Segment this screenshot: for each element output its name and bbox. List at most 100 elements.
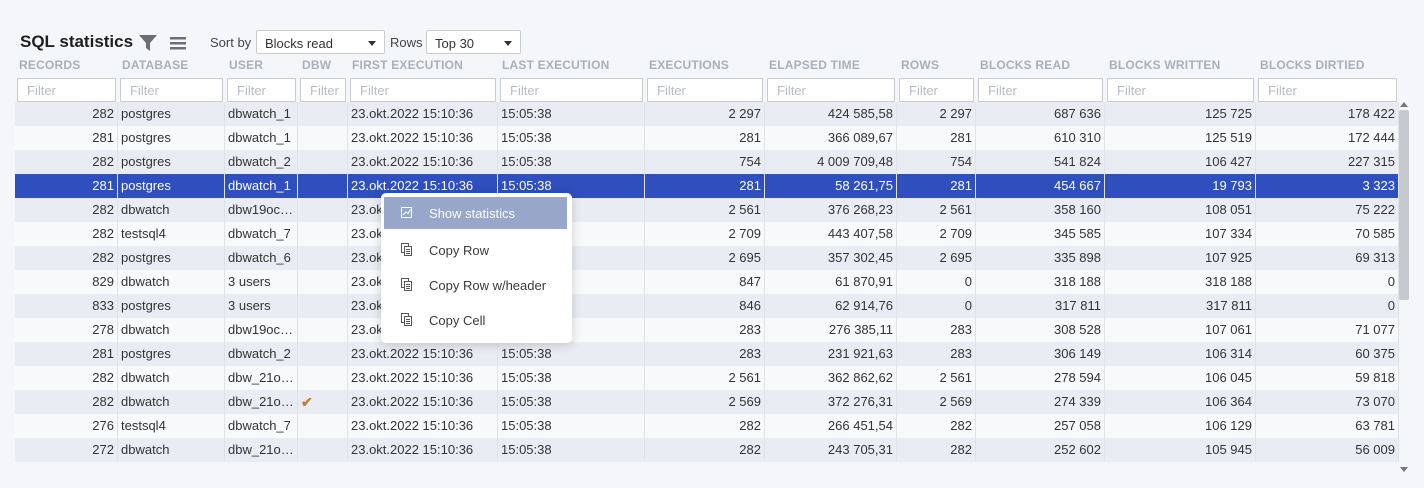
cell-elapsed[interactable]: 376 268,23: [765, 198, 897, 222]
cell-blocks_dirtied[interactable]: 172 444: [1256, 126, 1399, 150]
cell-blocks_dirtied[interactable]: 0: [1256, 270, 1399, 294]
column-header-dbw[interactable]: DBW: [302, 58, 331, 72]
cell-first[interactable]: 23.okt.2022 15:10:36: [348, 126, 498, 150]
cell-first[interactable]: 23.okt.2022 15:10:36: [348, 366, 498, 390]
column-header-database[interactable]: DATABASE: [122, 58, 189, 72]
cell-dbw[interactable]: [298, 246, 348, 270]
cell-blocks_written[interactable]: 106 045: [1105, 366, 1256, 390]
cell-dbw[interactable]: [298, 102, 348, 126]
cell-executions[interactable]: 754: [645, 150, 765, 174]
cell-records[interactable]: 281: [15, 174, 118, 198]
cell-blocks_written[interactable]: 125 725: [1105, 102, 1256, 126]
filter-input-blocks_read[interactable]: Filter: [978, 78, 1103, 102]
cell-blocks_dirtied[interactable]: 59 818: [1256, 366, 1399, 390]
cell-first[interactable]: 23.okt.2022 15:10:36: [348, 390, 498, 414]
cell-blocks_dirtied[interactable]: 70 585: [1256, 222, 1399, 246]
cell-user[interactable]: 3 users: [225, 294, 298, 318]
cell-executions[interactable]: 282: [645, 414, 765, 438]
cell-blocks_written[interactable]: 105 945: [1105, 438, 1256, 462]
column-header-elapsed[interactable]: ELAPSED TIME: [769, 58, 860, 72]
cell-elapsed[interactable]: 366 089,67: [765, 126, 897, 150]
cell-last[interactable]: 15:05:38: [498, 390, 645, 414]
cell-executions[interactable]: 283: [645, 318, 765, 342]
cell-records[interactable]: 282: [15, 390, 118, 414]
cell-blocks_dirtied[interactable]: 75 222: [1256, 198, 1399, 222]
cell-executions[interactable]: 282: [645, 438, 765, 462]
cell-rows[interactable]: 2 561: [897, 366, 976, 390]
cell-blocks_dirtied[interactable]: 71 077: [1256, 318, 1399, 342]
cell-records[interactable]: 282: [15, 102, 118, 126]
scrollbar-thumb[interactable]: [1399, 110, 1409, 300]
cell-rows[interactable]: 0: [897, 270, 976, 294]
column-header-blocks_read[interactable]: BLOCKS READ: [980, 58, 1070, 72]
cell-blocks_written[interactable]: 19 793: [1105, 174, 1256, 198]
context-menu-item-copy-cell[interactable]: Copy Cell: [384, 304, 567, 336]
cell-database[interactable]: testsql4: [118, 414, 225, 438]
cell-blocks_read[interactable]: 306 149: [976, 342, 1105, 366]
cell-executions[interactable]: 846: [645, 294, 765, 318]
table-row[interactable]: 282postgresdbwatch_623.okt.2022 15:10:36…: [15, 246, 1399, 270]
cell-blocks_written[interactable]: 107 925: [1105, 246, 1256, 270]
cell-rows[interactable]: 2 709: [897, 222, 976, 246]
vertical-scrollbar[interactable]: [1398, 100, 1410, 472]
cell-user[interactable]: dbw_21oc…: [225, 366, 298, 390]
cell-rows[interactable]: 283: [897, 342, 976, 366]
cell-dbw[interactable]: [298, 222, 348, 246]
cell-user[interactable]: dbw19oct…: [225, 318, 298, 342]
cell-blocks_read[interactable]: 257 058: [976, 414, 1105, 438]
cell-last[interactable]: 15:05:38: [498, 438, 645, 462]
cell-database[interactable]: postgres: [118, 102, 225, 126]
cell-executions[interactable]: 283: [645, 342, 765, 366]
filter-input-blocks_written[interactable]: Filter: [1107, 78, 1254, 102]
cell-executions[interactable]: 2 695: [645, 246, 765, 270]
filter-input-first[interactable]: Filter: [350, 78, 496, 102]
cell-rows[interactable]: 754: [897, 150, 976, 174]
cell-blocks_dirtied[interactable]: 0: [1256, 294, 1399, 318]
cell-dbw[interactable]: [298, 294, 348, 318]
cell-dbw[interactable]: [298, 438, 348, 462]
table-row[interactable]: 281 postgres dbwatch_2 23.okt.2022 15:10:36…: [15, 342, 1399, 366]
cell-rows[interactable]: 2 297: [897, 102, 976, 126]
cell-records[interactable]: 282: [15, 246, 118, 270]
column-header-executions[interactable]: EXECUTIONS: [649, 58, 729, 72]
table-row[interactable]: 282 dbwatch dbw_21oc… 23.okt.2022 15:10:36 1…: [15, 366, 1399, 390]
cell-rows[interactable]: 283: [897, 318, 976, 342]
cell-first[interactable]: 23.okt.2022 15:10:36: [348, 438, 498, 462]
cell-blocks_written[interactable]: 106 314: [1105, 342, 1256, 366]
cell-user[interactable]: dbwatch_7: [225, 414, 298, 438]
cell-blocks_written[interactable]: 125 519: [1105, 126, 1256, 150]
cell-blocks_read[interactable]: 541 824: [976, 150, 1105, 174]
cell-records[interactable]: 281: [15, 126, 118, 150]
cell-user[interactable]: dbwatch_7: [225, 222, 298, 246]
cell-records[interactable]: 272: [15, 438, 118, 462]
table-row[interactable]: 276 testsql4 dbwatch_7 23.okt.2022 15:10:36…: [15, 414, 1399, 438]
cell-database[interactable]: dbwatch: [118, 438, 225, 462]
cell-rows[interactable]: 282: [897, 414, 976, 438]
cell-blocks_written[interactable]: 108 051: [1105, 198, 1256, 222]
cell-blocks_read[interactable]: 610 310: [976, 126, 1105, 150]
table-row[interactable]: 272 dbwatch dbw_21oc… 23.okt.2022 15:10:36 1…: [15, 438, 1399, 462]
filter-input-user[interactable]: Filter: [227, 78, 296, 102]
cell-blocks_written[interactable]: 106 129: [1105, 414, 1256, 438]
cell-dbw[interactable]: [298, 366, 348, 390]
cell-first[interactable]: 23.okt.2022 15:10:36: [348, 150, 498, 174]
cell-user[interactable]: 3 users: [225, 270, 298, 294]
filter-input-database[interactable]: Filter: [120, 78, 223, 102]
cell-user[interactable]: dbw_21oc…: [225, 438, 298, 462]
cell-database[interactable]: postgres: [118, 126, 225, 150]
column-header-blocks_written[interactable]: BLOCKS WRITTEN: [1109, 58, 1220, 72]
cell-user[interactable]: dbwatch_6: [225, 246, 298, 270]
sort-select[interactable]: Blocks read: [256, 30, 385, 54]
cell-executions[interactable]: 2 569: [645, 390, 765, 414]
scroll-up-icon[interactable]: [1400, 102, 1408, 107]
cell-executions[interactable]: 2 561: [645, 366, 765, 390]
cell-elapsed[interactable]: 276 385,11: [765, 318, 897, 342]
cell-elapsed[interactable]: 362 862,62: [765, 366, 897, 390]
table-row[interactable]: 282 dbwatch dbw_21oc… ✔ 23.okt.2022 15:10:36…: [15, 390, 1399, 414]
cell-executions[interactable]: 2 709: [645, 222, 765, 246]
column-header-records[interactable]: RECORDS: [19, 58, 80, 72]
cell-elapsed[interactable]: 372 276,31: [765, 390, 897, 414]
context-menu-item-show-statistics[interactable]: Show statistics: [384, 197, 567, 229]
cell-records[interactable]: 281: [15, 342, 118, 366]
cell-database[interactable]: dbwatch: [118, 270, 225, 294]
